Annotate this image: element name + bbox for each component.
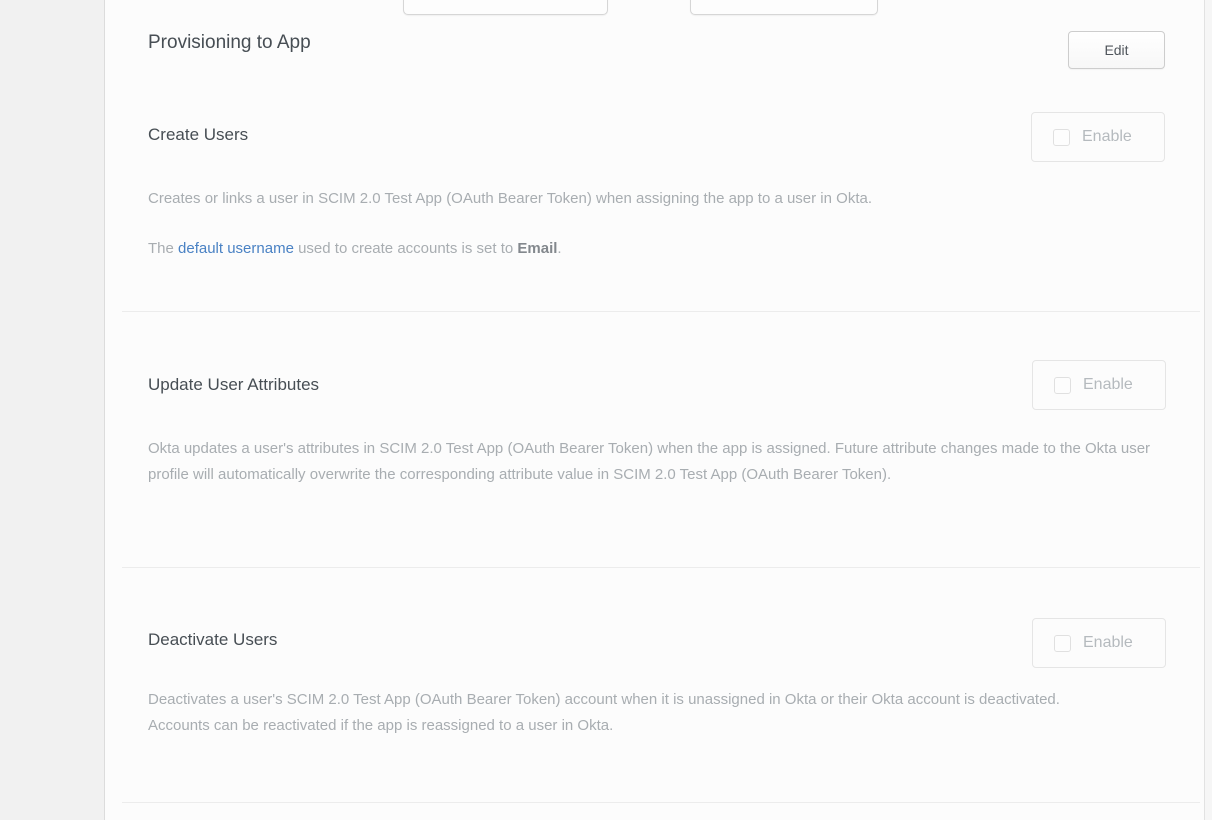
section-title-create-users: Create Users	[148, 125, 248, 145]
enable-deactivate-users-button[interactable]: Enable	[1032, 618, 1166, 668]
enable-label: Enable	[1082, 128, 1132, 146]
note-middle: used to create accounts is set to	[294, 240, 517, 257]
enable-create-users-checkbox[interactable]	[1053, 129, 1070, 146]
edit-button[interactable]: Edit	[1068, 31, 1165, 69]
enable-update-user-attributes-button[interactable]: Enable	[1032, 360, 1166, 410]
provisioning-tab-panel: Provisioning to App Edit Create Users En…	[0, 0, 1212, 820]
section-title-update-user-attributes: Update User Attributes	[148, 375, 319, 395]
enable-label: Enable	[1083, 376, 1133, 394]
section-title-deactivate-users: Deactivate Users	[148, 630, 277, 650]
update-user-attributes-description: Okta updates a user's attributes in SCIM…	[148, 436, 1162, 488]
create-users-description: Creates or links a user in SCIM 2.0 Test…	[148, 186, 1188, 212]
note-suffix: .	[557, 240, 561, 257]
deactivate-users-description: Deactivates a user's SCIM 2.0 Test App (…	[148, 687, 1110, 739]
truncated-input-field-2[interactable]	[690, 0, 878, 15]
left-sidebar-gutter	[0, 0, 105, 820]
default-username-link[interactable]: default username	[178, 240, 294, 257]
create-users-username-note: The default username used to create acco…	[148, 236, 1188, 262]
right-gutter	[1204, 0, 1212, 820]
note-prefix: The	[148, 240, 178, 257]
enable-update-user-attributes-checkbox[interactable]	[1054, 377, 1071, 394]
section-divider	[122, 802, 1200, 803]
enable-label: Enable	[1083, 634, 1133, 652]
section-divider	[122, 311, 1200, 312]
truncated-input-field-1[interactable]	[403, 0, 608, 15]
note-bold-value: Email	[517, 240, 557, 257]
edit-button-label: Edit	[1104, 42, 1128, 58]
section-divider	[122, 567, 1200, 568]
enable-deactivate-users-checkbox[interactable]	[1054, 635, 1071, 652]
page-title: Provisioning to App	[148, 32, 311, 54]
enable-create-users-button[interactable]: Enable	[1031, 112, 1165, 162]
